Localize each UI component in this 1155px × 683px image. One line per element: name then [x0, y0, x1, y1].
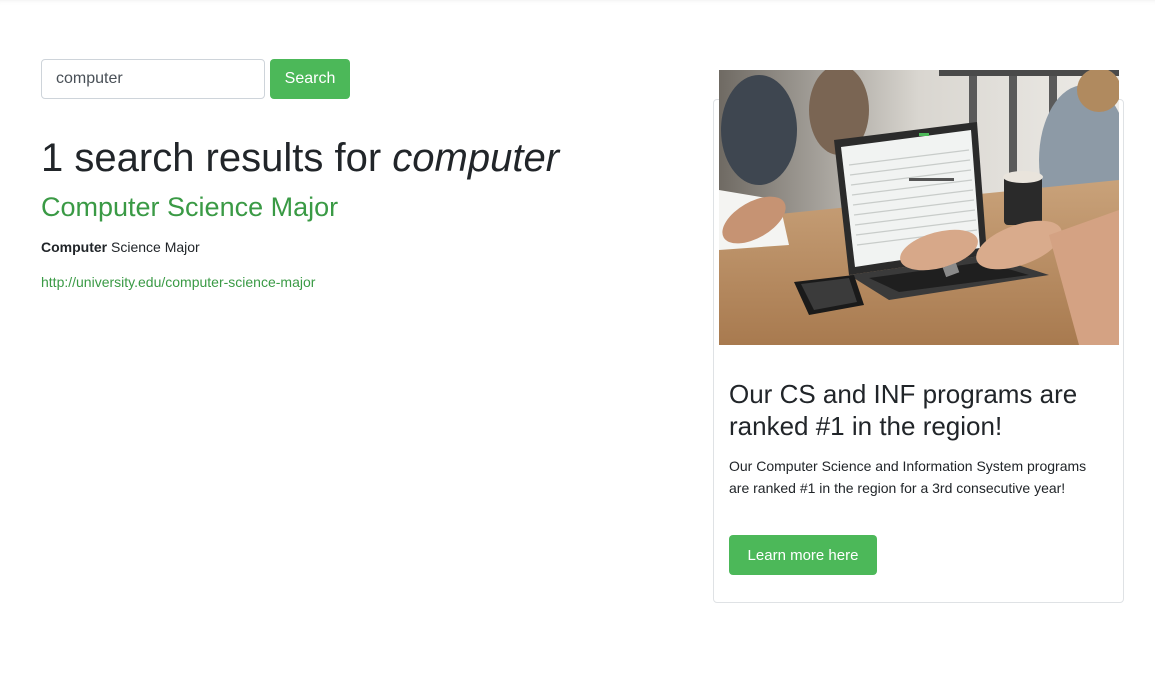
result-snippet-rest: Science Major [107, 239, 200, 255]
results-count: 1 [41, 136, 64, 180]
promo-title: Our CS and INF programs are ranked #1 in… [729, 379, 1078, 441]
results-heading-prefix: search results for [74, 136, 382, 180]
results-heading: 1 search results for computer [41, 136, 559, 181]
result-url-link[interactable]: http://university.edu/computer-science-m… [41, 274, 315, 290]
search-button[interactable]: Search [270, 59, 350, 99]
learn-more-button[interactable]: Learn more here [729, 535, 877, 575]
promo-photo [719, 70, 1119, 345]
results-query-term: computer [392, 136, 560, 180]
result-snippet-highlight: Computer [41, 239, 108, 255]
search-input[interactable] [41, 59, 265, 99]
result-snippet: Computer Science Major [41, 239, 200, 255]
search-bar: Search [41, 59, 350, 99]
search-results-page: Search 1 search results for computer Com… [0, 0, 1155, 683]
result-title-link[interactable]: Computer Science Major [41, 192, 338, 223]
laptop-photo-illustration [719, 70, 1119, 345]
promo-description: Our Computer Science and Information Sys… [729, 458, 1087, 496]
